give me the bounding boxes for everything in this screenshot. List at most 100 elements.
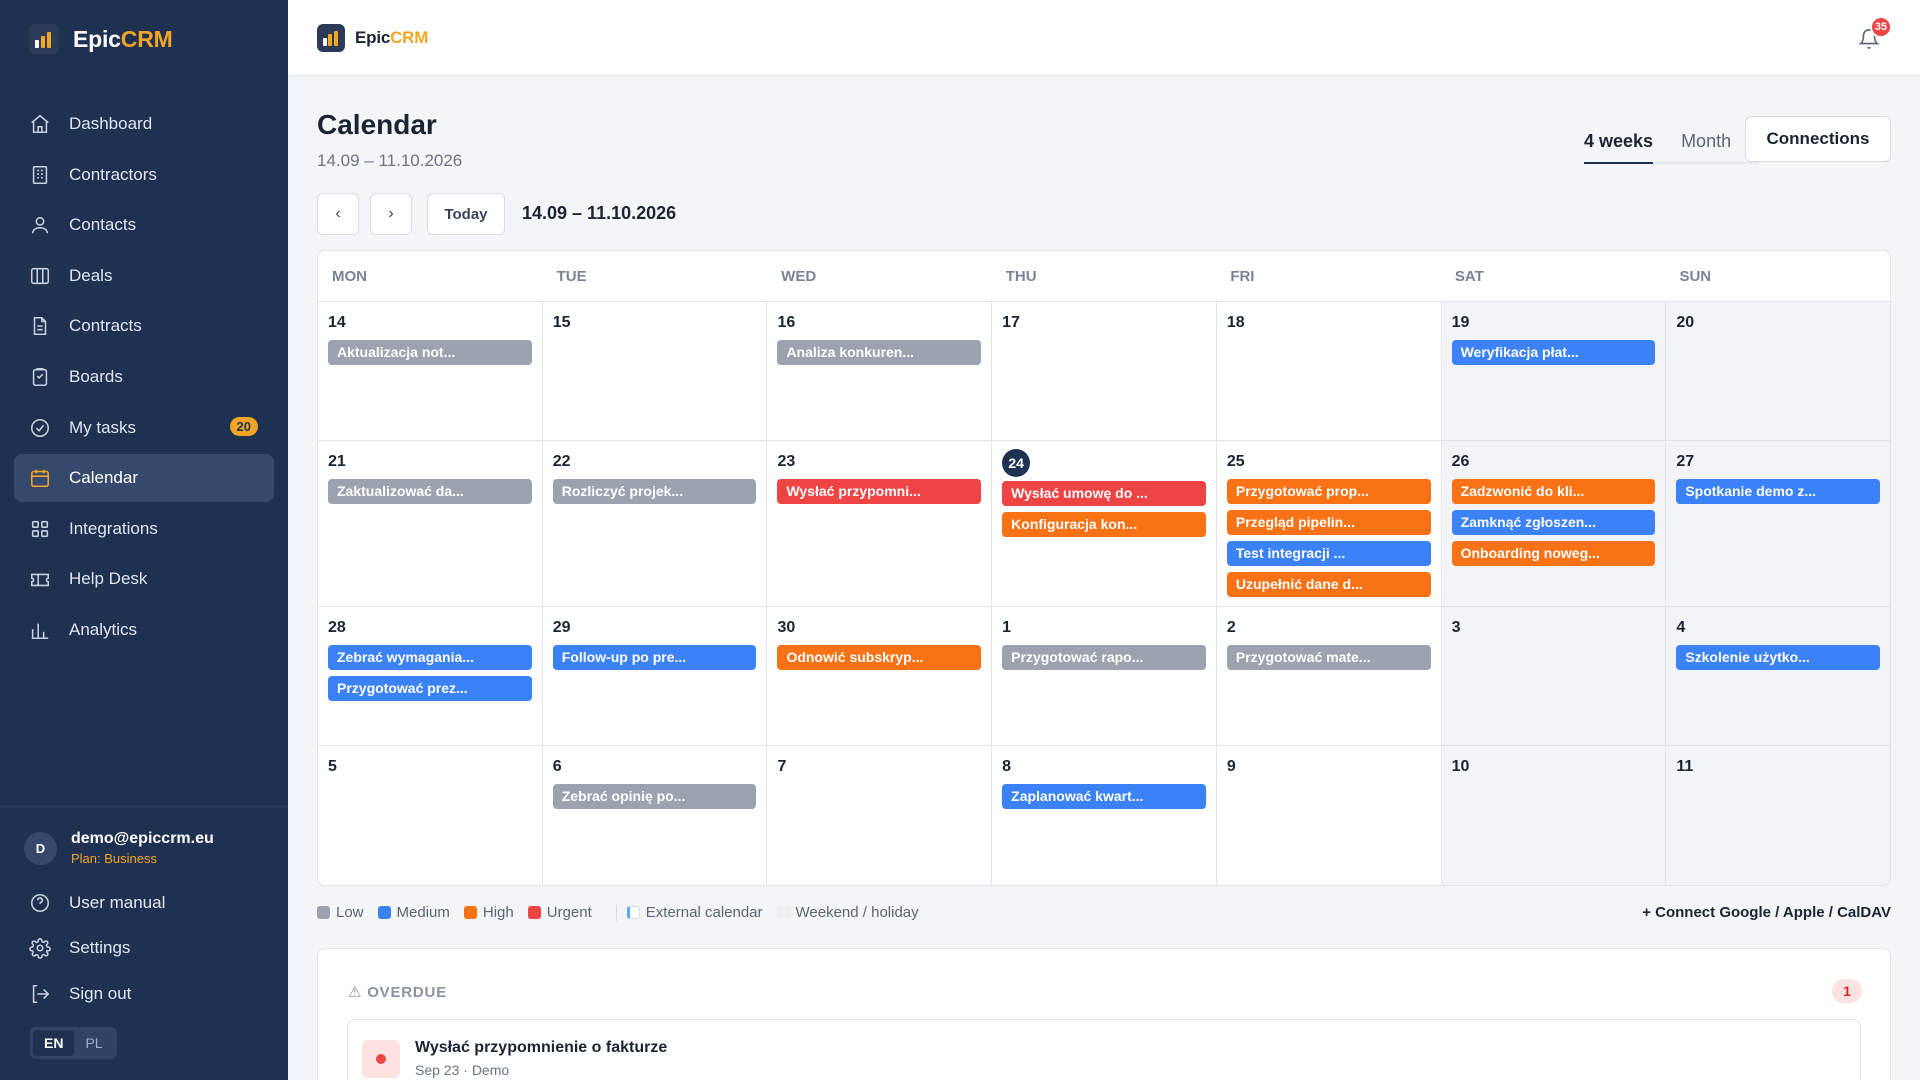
calendar-event[interactable]: Przegląd pipelin... <box>1226 510 1431 535</box>
calendar-event[interactable]: Zebrać opinię po... <box>552 784 757 809</box>
legend-label: High <box>482 904 514 921</box>
settings-link[interactable]: Settings <box>14 926 274 972</box>
calendar-event[interactable]: Zebrać wymagania... <box>328 645 532 670</box>
calendar-day-cell[interactable]: 22 Rozliczyć projek... <box>543 441 768 606</box>
overdue-task-item[interactable]: Wysłać przypomnienie o fakturze Sep 23 ·… <box>347 1019 1861 1080</box>
calendar-day-cell[interactable]: 9 <box>1217 746 1442 885</box>
sidebar-item-label: Contractors <box>69 164 157 184</box>
calendar-day-cell[interactable]: 11 <box>1666 746 1890 885</box>
calendar-day-cell[interactable]: 21 Zaktualizować da... <box>318 441 543 606</box>
prev-period-button[interactable]: ‹ <box>317 193 359 235</box>
sidebar-item-contractors[interactable]: Contractors <box>14 151 274 199</box>
gear-icon <box>29 938 51 960</box>
calendar-event[interactable]: Analiza konkuren... <box>777 340 982 365</box>
calendar-grid: MON TUE WED THU FRI SAT SUN 14 Aktualizacja not… <box>317 250 1891 886</box>
calendar-day-cell[interactable]: 15 <box>543 302 768 440</box>
overdue-task-meta: Sep 23 · Demo <box>415 1062 510 1078</box>
calendar-day-cell[interactable]: 28 Zebrać wymagania... Przygotować prez... <box>318 607 543 745</box>
calendar-day-cell[interactable]: 17 <box>992 302 1217 440</box>
calendar-day-cell[interactable]: 10 <box>1441 746 1667 885</box>
connect-calendar-link[interactable]: + Connect Google / Apple / CalDAV <box>1642 904 1891 921</box>
calendar-event[interactable]: Przygotować mate... <box>1226 645 1431 670</box>
calendar-event[interactable]: Weryfikacja płat... <box>1451 340 1656 365</box>
sidebar-item-contacts[interactable]: Contacts <box>14 201 274 249</box>
calendar-event[interactable]: Zaplanować kwart... <box>1002 784 1206 809</box>
help-circle-icon <box>30 893 50 912</box>
language-en-button[interactable]: EN <box>33 1030 75 1056</box>
sidebar-item-help-desk[interactable]: Help Desk <box>14 555 274 603</box>
tab-4-weeks[interactable]: 4 weeks <box>1584 128 1654 164</box>
calendar-day-cell[interactable]: 8 Zaplanować kwart... <box>992 746 1217 885</box>
calendar-day-cell[interactable]: 6 Zebrać opinię po... <box>543 746 768 885</box>
sidebar-item-my-tasks[interactable]: My tasks 20 <box>14 404 274 452</box>
calendar-day-cell[interactable]: 24 Wysłać umowę do ... Konfiguracja kon... <box>992 441 1217 606</box>
calendar-event[interactable]: Przygotować prez... <box>328 676 532 701</box>
brand-logo-link[interactable]: EpicCRM <box>29 24 173 54</box>
calendar-day-cell[interactable]: 2 Przygotować mate... <box>1217 607 1442 745</box>
day-number: 18 <box>1226 314 1245 331</box>
sidebar-item-label: Boards <box>69 366 123 386</box>
calendar-event[interactable]: Rozliczyć projek... <box>552 479 757 504</box>
overdue-title: ⚠ OVERDUE <box>348 984 447 1001</box>
calendar-event[interactable]: Wysłać umowę do ... <box>1002 481 1206 506</box>
user-icon <box>31 217 49 234</box>
calendar-event[interactable]: Test integracji ... <box>1226 541 1431 566</box>
calendar-day-cell[interactable]: 14 Aktualizacja not... <box>318 302 543 440</box>
calendar-day-cell[interactable]: 19 Weryfikacja płat... <box>1441 302 1667 440</box>
grid-icon <box>31 520 49 537</box>
topbar-brand[interactable]: EpicCRM <box>317 24 428 52</box>
calendar-day-cell[interactable]: 3 <box>1441 607 1667 745</box>
calendar-event[interactable]: Odnowić subskryp... <box>777 645 982 670</box>
legend-label: Urgent <box>546 904 592 921</box>
sidebar-item-calendar[interactable]: Calendar <box>14 454 274 503</box>
user-profile[interactable]: D demo@epiccrm.eu Plan: Business <box>24 830 214 866</box>
sidebar-nav: Dashboard Contractors Contacts Deals Contrac… <box>14 100 274 657</box>
calendar-event[interactable]: Uzupełnić dane d... <box>1226 572 1431 597</box>
weekday-label: SAT <box>1454 268 1484 285</box>
sidebar-item-boards[interactable]: Boards <box>14 353 274 401</box>
calendar-event[interactable]: Przygotować prop... <box>1226 479 1431 504</box>
calendar-day-cell[interactable]: 20 <box>1666 302 1890 440</box>
calendar-event[interactable]: Follow-up po pre... <box>552 645 757 670</box>
user-manual-link[interactable]: User manual <box>14 880 274 926</box>
calendar-day-cell[interactable]: 25 Przygotować prop... Przegląd pipelin...… <box>1217 441 1442 606</box>
day-number: 19 <box>1451 314 1470 331</box>
calendar-event[interactable]: Onboarding noweg... <box>1451 541 1656 566</box>
calendar-day-cell[interactable]: 30 Odnowić subskryp... <box>767 607 993 745</box>
calendar-event[interactable]: Zadzwonić do kli... <box>1451 479 1656 504</box>
today-button[interactable]: Today <box>427 193 505 235</box>
connections-button[interactable]: Connections <box>1745 116 1891 162</box>
calendar-event[interactable]: Spotkanie demo z... <box>1676 479 1881 504</box>
calendar-event[interactable]: Aktualizacja not... <box>328 340 532 365</box>
sidebar-item-dashboard[interactable]: Dashboard <box>14 100 274 148</box>
language-pl-button[interactable]: PL <box>74 1030 113 1056</box>
notifications-button[interactable]: 35 <box>1858 16 1892 50</box>
calendar-day-cell[interactable]: 1 Przygotować rapo... <box>992 607 1217 745</box>
calendar-event[interactable]: Konfiguracja kon... <box>1002 512 1206 537</box>
calendar-event[interactable]: Wysłać przypomni... <box>777 479 982 504</box>
calendar-day-cell[interactable]: 7 <box>767 746 993 885</box>
calendar-event[interactable]: Zamknąć zgłoszen... <box>1451 510 1656 535</box>
calendar-day-cell[interactable]: 29 Follow-up po pre... <box>543 607 768 745</box>
calendar-day-cell[interactable]: 4 Szkolenie użytko... <box>1666 607 1890 745</box>
calendar-event[interactable]: Zaktualizować da... <box>328 479 532 504</box>
next-period-button[interactable]: › <box>370 193 412 235</box>
sidebar-item-integrations[interactable]: Integrations <box>14 505 274 553</box>
calendar-day-cell[interactable]: 23 Wysłać przypomni... <box>767 441 993 606</box>
calendar-event[interactable]: Przygotować rapo... <box>1002 645 1206 670</box>
sidebar-item-contracts[interactable]: Contracts <box>14 302 274 350</box>
sidebar-item-analytics[interactable]: Analytics <box>14 606 274 654</box>
calendar-day-cell[interactable]: 5 <box>318 746 543 885</box>
calendar-day-cell[interactable]: 18 <box>1217 302 1442 440</box>
building-icon <box>32 165 48 184</box>
logo-icon <box>29 24 59 54</box>
calendar-day-cell[interactable]: 27 Spotkanie demo z... <box>1666 441 1890 606</box>
sign-out-link[interactable]: Sign out <box>14 971 274 1017</box>
weekday-label: MON <box>332 268 367 285</box>
calendar-day-cell[interactable]: 16 Analiza konkuren... <box>767 302 993 440</box>
day-number: 30 <box>777 619 796 636</box>
calendar-event[interactable]: Szkolenie użytko... <box>1676 645 1881 670</box>
calendar-day-cell[interactable]: 26 Zadzwonić do kli... Zamknąć zgłoszen...… <box>1441 441 1667 606</box>
tab-month[interactable]: Month <box>1681 128 1731 162</box>
sidebar-item-deals[interactable]: Deals <box>14 252 274 300</box>
